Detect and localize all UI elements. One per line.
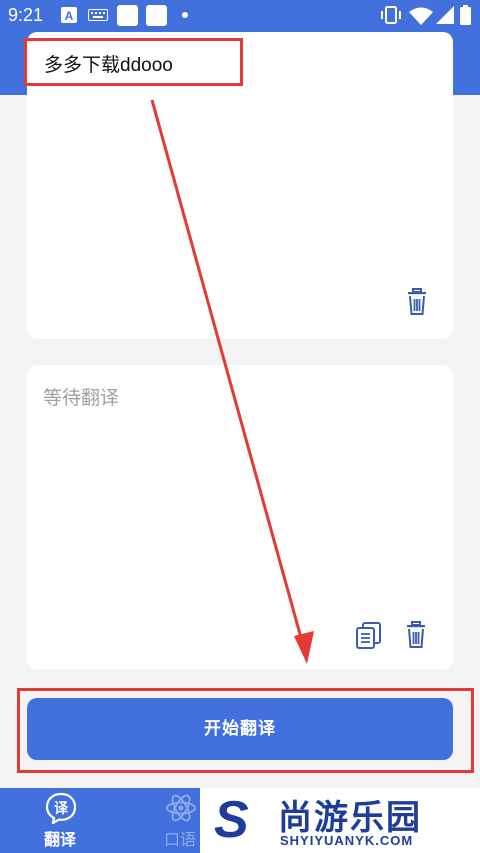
watermark-title: 尚游乐园	[278, 798, 422, 838]
watermark-subtitle: SHYIYUANYK.COM	[280, 833, 414, 848]
watermark-logo: S 尚游乐园 SHYIYUANYK.COM	[200, 788, 480, 853]
annotation-arrow	[150, 99, 314, 664]
watermark-logo-letter: S	[214, 791, 249, 849]
atom-icon	[166, 794, 196, 822]
translate-icon: 译	[45, 792, 77, 824]
nav-label-translate: 翻译	[43, 830, 76, 849]
svg-text:译: 译	[54, 801, 69, 817]
nav-item-translate[interactable]: 译 翻译	[20, 788, 100, 853]
